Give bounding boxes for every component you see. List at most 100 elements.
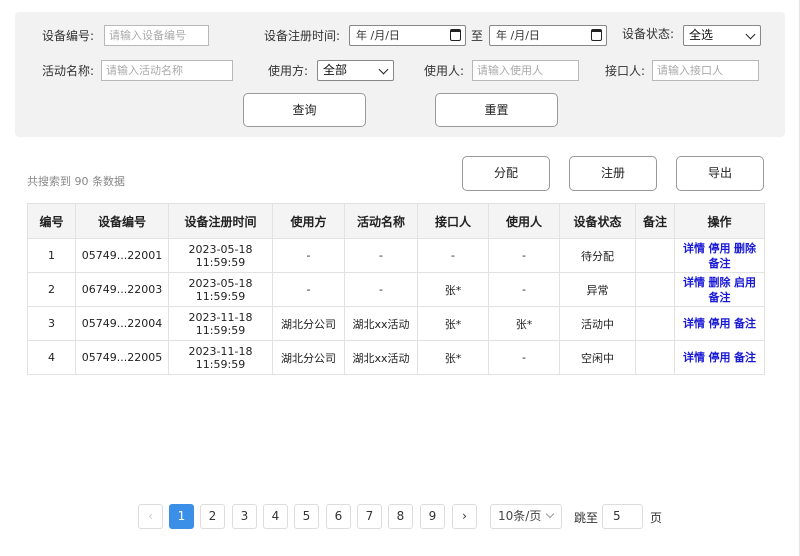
device-no-input[interactable] [104,25,209,46]
status-select-value: 全选 [689,28,714,42]
disable-link[interactable]: 停用 [709,351,731,364]
page-button-8[interactable]: 8 [388,504,413,529]
reg-time-label: 设备注册时间: [264,29,341,43]
page-button-9[interactable]: 9 [420,504,445,529]
cell-remark [635,272,675,307]
detail-link[interactable]: 详情 [683,351,705,364]
date-start-input[interactable]: 年 /月/日 [349,25,466,46]
col-header-reg-time: 设备注册时间 [168,203,273,239]
cell-party: 湖北分公司 [272,306,345,341]
cell-ops: 详情 停用 删除 备注 [674,238,765,273]
enable-link[interactable]: 启用 [734,276,756,289]
cell-status: 活动中 [559,306,636,341]
col-header-ops: 操作 [674,203,765,239]
col-header-status: 设备状态 [559,203,636,239]
col-header-contact: 接口人 [417,203,489,239]
cell-party: - [272,272,345,307]
page-button-1[interactable]: 1 [169,504,194,529]
page-button-6[interactable]: 6 [326,504,351,529]
col-header-activity: 活动名称 [344,203,418,239]
detail-link[interactable]: 详情 [683,276,705,289]
calendar-icon[interactable] [591,29,602,41]
date-end-input[interactable]: 年 /月/日 [489,25,607,46]
filter-panel: 设备编号: 设备注册时间: 年 /月/日 至 年 /月/日 设备状态: 全选 活… [15,12,785,137]
col-header-remark: 备注 [635,203,675,239]
user-party-label: 使用方: [268,64,309,78]
cell-time: 2023-11-18 11:59:59 [168,340,273,375]
cell-no: 2 [27,272,76,307]
cell-remark [635,306,675,341]
device-table: 编号 设备编号 设备注册时间 使用方 活动名称 接口人 使用人 设备状态 备注 … [27,203,765,375]
jump-page-input[interactable]: 5 [602,504,643,529]
status-select[interactable]: 全选 [683,25,761,46]
cell-ops: 详情 停用 备注 [674,340,765,375]
detail-link[interactable]: 详情 [683,317,705,330]
cell-activity: - [344,238,418,273]
page-suffix-label: 页 [650,511,663,525]
table-row: 4 05749...22005 2023-11-18 11:59:59 湖北分公… [27,340,765,375]
cell-time: 2023-05-18 11:59:59 [168,272,273,307]
cell-remark [635,340,675,375]
table-row: 2 06749...22003 2023-05-18 11:59:59 - - … [27,272,765,307]
col-header-no: 编号 [27,203,76,239]
table-header-row: 编号 设备编号 设备注册时间 使用方 活动名称 接口人 使用人 设备状态 备注 … [27,203,765,239]
cell-device: 05749...22005 [75,340,169,375]
page-size-select[interactable]: 10条/页 [490,504,562,529]
calendar-icon[interactable] [450,29,461,41]
prev-page-button[interactable]: ‹ [138,504,163,529]
cell-time: 2023-11-18 11:59:59 [168,306,273,341]
cell-status: 异常 [559,272,636,307]
cell-contact: 张* [417,272,489,307]
table-row: 3 05749...22004 2023-11-18 11:59:59 湖北分公… [27,306,765,341]
activity-label: 活动名称: [42,64,95,78]
cell-no: 1 [27,238,76,273]
detail-link[interactable]: 详情 [683,242,705,255]
cell-time: 2023-05-18 11:59:59 [168,238,273,273]
remark-link[interactable]: 备注 [734,351,756,364]
cell-contact: 张* [417,306,489,341]
assign-button[interactable]: 分配 [462,156,550,191]
export-button[interactable]: 导出 [676,156,764,191]
cell-no: 4 [27,340,76,375]
cell-party: - [272,238,345,273]
cell-status: 待分配 [559,238,636,273]
cell-ops: 详情 删除 启用 备注 [674,272,765,307]
remark-link[interactable]: 备注 [734,317,756,330]
cell-activity: 湖北xx活动 [344,340,418,375]
remark-link[interactable]: 备注 [709,257,731,270]
page-button-2[interactable]: 2 [200,504,225,529]
disable-link[interactable]: 停用 [709,317,731,330]
user-party-select[interactable]: 全部 [317,60,394,81]
col-header-user: 使用人 [488,203,560,239]
cell-user: 张* [488,306,560,341]
register-button[interactable]: 注册 [569,156,657,191]
table-row: 1 05749...22001 2023-05-18 11:59:59 - - … [27,238,765,273]
jump-label: 跳至 [574,511,599,525]
next-page-button[interactable]: › [452,504,477,529]
col-header-device: 设备编号 [75,203,169,239]
delete-link[interactable]: 删除 [734,242,756,255]
contact-input[interactable] [652,60,759,81]
disable-link[interactable]: 停用 [709,242,731,255]
cell-status: 空闲中 [559,340,636,375]
cell-party: 湖北分公司 [272,340,345,375]
result-count: 共搜索到 90 条数据 [27,175,125,188]
cell-contact: - [417,238,489,273]
contact-label: 接口人: [605,64,646,78]
status-label: 设备状态: [622,27,675,41]
delete-link[interactable]: 删除 [709,276,731,289]
cell-user: - [488,340,560,375]
page-button-4[interactable]: 4 [263,504,288,529]
device-management-page: 设备编号: 设备注册时间: 年 /月/日 至 年 /月/日 设备状态: 全选 活… [0,0,800,556]
chevron-down-icon [745,29,756,40]
reset-button[interactable]: 重置 [435,93,558,127]
cell-device: 05749...22001 [75,238,169,273]
page-button-5[interactable]: 5 [294,504,319,529]
activity-input[interactable] [101,60,233,81]
query-button[interactable]: 查询 [243,93,366,127]
user-input[interactable] [472,60,579,81]
date-end-text: 年 /月/日 [496,29,540,42]
page-button-7[interactable]: 7 [357,504,382,529]
remark-link[interactable]: 备注 [709,291,731,304]
page-button-3[interactable]: 3 [232,504,257,529]
